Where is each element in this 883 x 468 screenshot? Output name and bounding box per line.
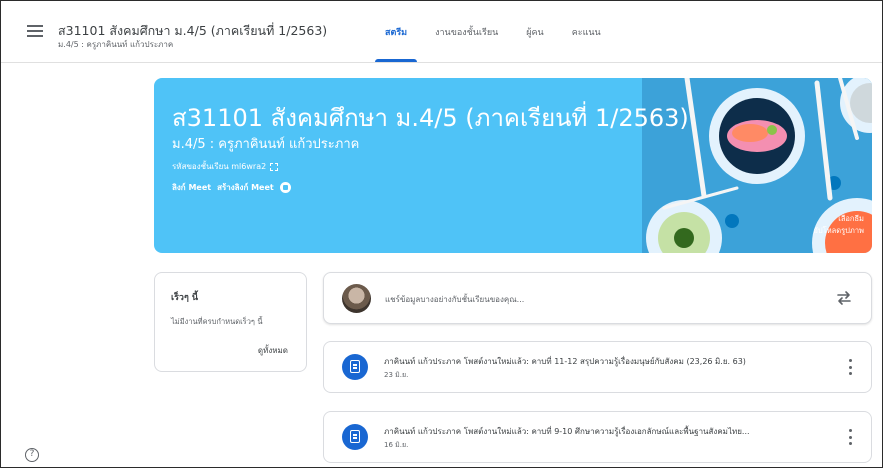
- tab-classwork[interactable]: งานของชั้นเรียน: [421, 1, 512, 62]
- assignment-icon: [342, 354, 368, 380]
- share-announcement-box[interactable]: แชร์ข้อมูลบางอย่างกับชั้นเรียนของคุณ...: [323, 272, 872, 324]
- help-icon[interactable]: ?: [25, 448, 39, 462]
- avatar: [342, 284, 371, 313]
- repost-icon[interactable]: [835, 288, 853, 308]
- post-date: 16 มิ.ย.: [384, 441, 409, 449]
- tab-people[interactable]: ผู้คน: [512, 1, 557, 62]
- tab-bar: สตรีม งานของชั้นเรียน ผู้คน คะแนน: [371, 1, 615, 62]
- post-date: 23 มิ.ย.: [384, 371, 409, 379]
- post-title: ภาคินนท์ แก้วประภาค โพสต์งานใหม่แล้ว: คา…: [384, 357, 746, 366]
- post-title: ภาคินนท์ แก้วประภาค โพสต์งานใหม่แล้ว: คา…: [384, 427, 750, 436]
- menu-icon[interactable]: [27, 25, 43, 37]
- upload-photo-link[interactable]: อัปโหลดรูปภาพ: [813, 225, 864, 237]
- class-subtitle: ม.4/5 : ครูภาคินนท์ แก้วประภาค: [58, 40, 174, 49]
- class-banner: ส31101 สังคมศึกษา ม.4/5 (ภาคเรียนที่ 1/2…: [154, 78, 872, 253]
- banner-title: ส31101 สังคมศึกษา ม.4/5 (ภาคเรียนที่ 1/2…: [172, 104, 689, 132]
- view-all-link[interactable]: ดูทั้งหมด: [258, 344, 288, 357]
- more-options-icon[interactable]: [847, 359, 853, 375]
- theme-links: เลือกธีม อัปโหลดรูปภาพ: [813, 213, 864, 237]
- meet-link[interactable]: ลิงก์ Meet: [172, 181, 211, 194]
- assignment-icon: [342, 424, 368, 450]
- top-app-bar: ส31101 สังคมศึกษา ม.4/5 (ภาคเรียนที่ 1/2…: [1, 1, 882, 63]
- class-code: รหัสของชั้นเรียน ml6wra2: [172, 160, 279, 173]
- meet-row: ลิงก์ Meet สร้างลิงก์ Meet: [172, 181, 291, 194]
- more-options-icon[interactable]: [847, 429, 853, 445]
- video-icon[interactable]: [279, 182, 291, 193]
- upcoming-text: ไม่มีงานที่ครบกำหนดเร็วๆ นี้: [171, 317, 263, 326]
- share-placeholder: แชร์ข้อมูลบางอย่างกับชั้นเรียนของคุณ...: [385, 295, 525, 304]
- tab-stream[interactable]: สตรีม: [371, 1, 421, 62]
- class-code-text: รหัสของชั้นเรียน ml6wra2: [172, 162, 267, 171]
- fullscreen-icon[interactable]: [270, 162, 279, 171]
- select-theme-link[interactable]: เลือกธีม: [813, 213, 864, 225]
- stream-post[interactable]: ภาคินนท์ แก้วประภาค โพสต์งานใหม่แล้ว: คา…: [323, 411, 872, 463]
- upcoming-title: เร็วๆ นี้: [171, 293, 199, 303]
- upcoming-card: เร็วๆ นี้ ไม่มีงานที่ครบกำหนดเร็วๆ นี้ ด…: [154, 272, 307, 372]
- create-meet-link[interactable]: สร้างลิงก์ Meet: [217, 181, 274, 194]
- stream-post[interactable]: ภาคินนท์ แก้วประภาค โพสต์งานใหม่แล้ว: คา…: [323, 341, 872, 393]
- classroom-window: ส31101 สังคมศึกษา ม.4/5 (ภาคเรียนที่ 1/2…: [0, 0, 883, 468]
- banner-subtitle: ม.4/5 : ครูภาคินนท์ แก้วประภาค: [172, 137, 360, 152]
- tab-grades[interactable]: คะแนน: [558, 1, 615, 62]
